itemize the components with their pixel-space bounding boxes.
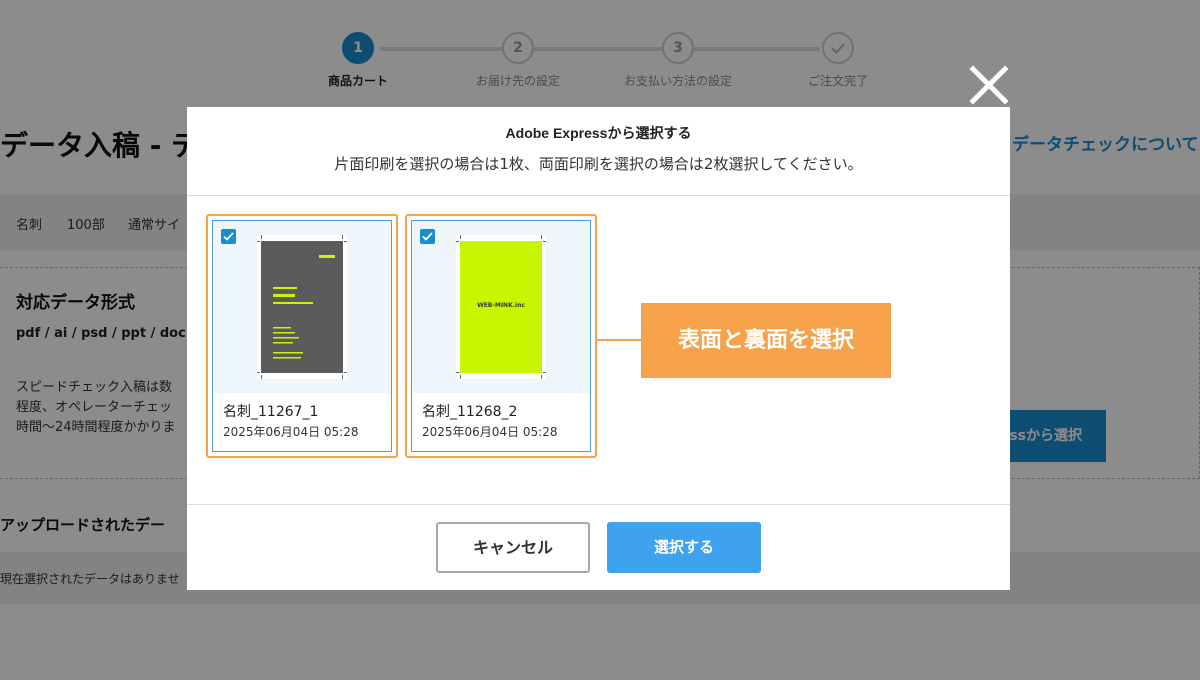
business-card-thumbnail: WEB-MINK.inc bbox=[456, 235, 546, 379]
card-frame: 名刺_11267_1 2025年06月04日 05:28 bbox=[212, 220, 392, 452]
design-card[interactable]: WEB-MINK.inc 名刺_11268_2 2025年06月04日 05:2… bbox=[405, 214, 597, 458]
modal-subtitle: 片面印刷を選択の場合は1枚、両面印刷を選択の場合は2枚選択してください。 bbox=[334, 155, 863, 173]
thumbnail-area: WEB-MINK.inc bbox=[412, 221, 590, 393]
card-logo-text: WEB-MINK.inc bbox=[477, 302, 525, 309]
business-card-thumbnail bbox=[257, 235, 347, 379]
card-file-date: 2025年06月04日 05:28 bbox=[422, 425, 558, 439]
cancel-button[interactable]: キャンセル bbox=[436, 522, 590, 573]
modal-footer: キャンセル 選択する bbox=[187, 504, 1010, 590]
adobe-express-modal: Adobe Expressから選択する 片面印刷を選択の場合は1枚、両面印刷を選… bbox=[187, 107, 1010, 590]
select-button[interactable]: 選択する bbox=[607, 522, 761, 573]
card-front bbox=[261, 241, 343, 373]
callout-connector bbox=[597, 339, 641, 341]
card-file-name: 名刺_11268_2 bbox=[422, 404, 518, 420]
card-design-graphic bbox=[273, 255, 335, 359]
thumbnail-area bbox=[213, 221, 391, 393]
modal-title: Adobe Expressから選択する bbox=[505, 125, 692, 141]
callout-label: 表面と裏面を選択 bbox=[641, 303, 891, 378]
modal-header: Adobe Expressから選択する 片面印刷を選択の場合は1枚、両面印刷を選… bbox=[187, 107, 1010, 196]
close-icon[interactable] bbox=[968, 64, 1010, 106]
checkbox-checked-icon[interactable] bbox=[221, 229, 236, 244]
card-frame: WEB-MINK.inc 名刺_11268_2 2025年06月04日 05:2… bbox=[411, 220, 591, 452]
card-file-name: 名刺_11267_1 bbox=[223, 404, 319, 420]
design-card[interactable]: 名刺_11267_1 2025年06月04日 05:28 bbox=[206, 214, 398, 458]
card-back: WEB-MINK.inc bbox=[460, 241, 542, 373]
checkbox-checked-icon[interactable] bbox=[420, 229, 435, 244]
card-file-date: 2025年06月04日 05:28 bbox=[223, 425, 359, 439]
